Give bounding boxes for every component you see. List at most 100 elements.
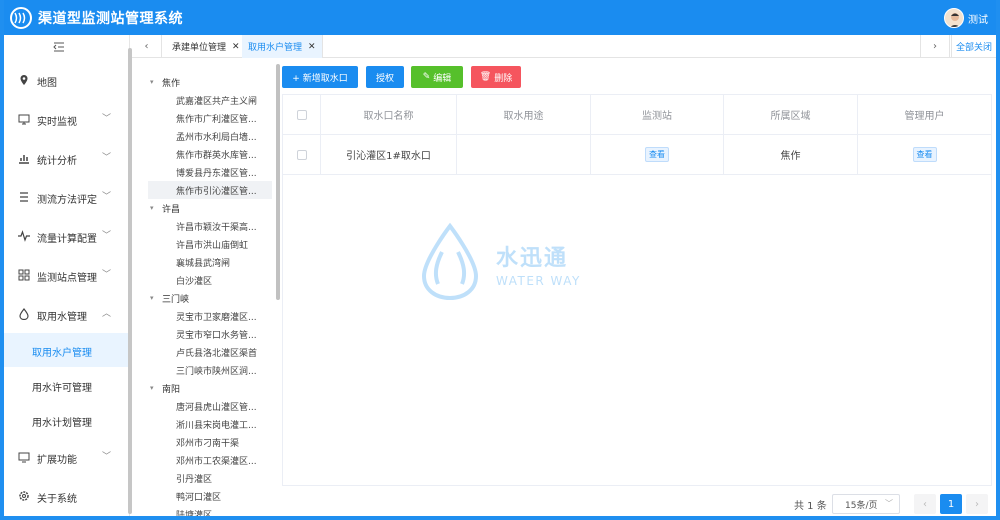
menu-collapse-icon[interactable] xyxy=(52,41,66,53)
sidebar-item-flow-method-eval[interactable]: 测流方法评定 ﹀ xyxy=(4,180,130,216)
tree-leaf[interactable]: 鸭河口灌区 xyxy=(176,487,272,505)
tree-leaf[interactable]: 焦作市群英水库管... xyxy=(176,145,272,163)
tree-leaf[interactable]: 博爱县丹东灌区管... xyxy=(176,163,272,181)
caret-down-icon: ▾ xyxy=(150,78,154,86)
table-cell: 查看 xyxy=(591,135,724,175)
close-all-tabs-button[interactable]: 全部关闭 xyxy=(950,35,996,58)
tab-label: 承建单位管理 xyxy=(172,43,227,53)
tree-group-sanmenxia[interactable]: ▾ 三门峡 xyxy=(144,289,189,307)
tree-leaf[interactable]: 卢氏县洛北灌区渠首 xyxy=(176,343,272,361)
trash-icon: 🗑 xyxy=(479,72,492,82)
tree-leaf[interactable]: 武嘉灌区共产主义闸 xyxy=(176,91,272,109)
sidebar-subitem-water-plan[interactable]: 用水计划管理 xyxy=(4,403,130,437)
sidebar-item-label: 监测站点管理 xyxy=(37,273,97,284)
tree-leaf[interactable]: 白沙灌区 xyxy=(176,271,272,289)
pulse-icon xyxy=(18,230,30,242)
sidebar-item-map[interactable]: 地图 xyxy=(4,63,130,99)
sidebar-item-label: 地图 xyxy=(37,78,57,89)
close-icon[interactable]: ✕ xyxy=(308,42,316,52)
app-frame: 渠道型监测站管理系统 测试 地图 实时监视 ﹀ 统计分析 ﹀ 测流方法评定 ﹀ xyxy=(4,0,996,516)
chevron-up-icon: ︿ xyxy=(102,309,112,319)
sidebar-subitem-label: 用水许可管理 xyxy=(32,383,92,394)
tabs-bar: ‹ 承建单位管理 ✕ 取用水户管理 ✕ › 全部关闭 xyxy=(132,35,996,58)
tree-leaf[interactable]: 邓州市刁南干渠 xyxy=(176,433,272,451)
tree-group-nanyang[interactable]: ▾ 南阳 xyxy=(144,379,180,397)
sidebar-subitem-label: 取用水户管理 xyxy=(32,348,92,359)
tree-leaf[interactable]: 引丹灌区 xyxy=(176,469,272,487)
tab-label: 取用水户管理 xyxy=(248,43,303,53)
gear-icon xyxy=(18,490,30,502)
caret-down-icon: ▾ xyxy=(150,384,154,392)
sidebar-item-station-manage[interactable]: 监测站点管理 ﹀ xyxy=(4,258,130,294)
chevron-down-icon: ﹀ xyxy=(102,114,112,124)
view-station-button[interactable]: 查看 xyxy=(645,147,669,162)
column-header: 取水口名称 xyxy=(321,95,457,135)
list-icon xyxy=(18,191,30,203)
delete-button[interactable]: 🗑 删除 xyxy=(471,66,521,88)
sidebar-item-statistics[interactable]: 统计分析 ﹀ xyxy=(4,141,130,177)
tab-contractor-manage[interactable]: 承建单位管理 ✕ xyxy=(166,35,247,58)
pager-total: 共 1 条 xyxy=(794,501,827,512)
tree-leaf[interactable]: 许昌市洪山庙倒虹 xyxy=(176,235,272,253)
prev-page-button[interactable]: ‹ xyxy=(914,494,936,514)
tab-scroll-left-icon[interactable]: ‹ xyxy=(132,35,162,58)
tab-scroll-right-icon[interactable]: › xyxy=(920,35,950,58)
sidebar-subitem-water-permit[interactable]: 用水许可管理 xyxy=(4,368,130,402)
select-all-checkbox-cell xyxy=(283,95,321,135)
page-number-button[interactable]: 1 xyxy=(940,494,962,514)
grant-button[interactable]: 授权 xyxy=(366,66,404,88)
edit-button[interactable]: ✎ 编辑 xyxy=(411,66,463,88)
tree-leaf[interactable]: 唐河县虎山灌区管... xyxy=(176,397,272,415)
row-checkbox-cell xyxy=(283,135,321,175)
watermark-subtitle: WATER WAY xyxy=(496,274,581,288)
sidebar-item-label: 取用水管理 xyxy=(37,312,87,323)
tree-leaf[interactable]: 许昌市颖汝干渠高... xyxy=(176,217,272,235)
page-size-select[interactable]: 15条/页 ﹀ xyxy=(832,494,900,514)
tree-scrollbar[interactable] xyxy=(276,64,280,300)
extension-icon xyxy=(18,451,30,463)
sidebar-scrollbar[interactable] xyxy=(128,48,132,514)
sidebar-item-water-use-manage[interactable]: 取用水管理 ︿ xyxy=(4,297,130,333)
close-icon[interactable]: ✕ xyxy=(232,42,240,52)
user-name[interactable]: 测试 xyxy=(968,11,988,26)
edit-icon: ✎ xyxy=(422,72,431,82)
tree-leaf[interactable]: 襄城县武湾闸 xyxy=(176,253,272,271)
tree-leaf[interactable]: 陆塘灌区 xyxy=(176,505,272,517)
sidebar-item-realtime-monitor[interactable]: 实时监视 ﹀ xyxy=(4,102,130,138)
sidebar-item-label: 统计分析 xyxy=(37,156,77,167)
tree-leaf[interactable]: 邓州市工农渠灌区... xyxy=(176,451,272,469)
tree-leaf[interactable]: 孟州市水利局白墙... xyxy=(176,127,272,145)
sidebar-subitem-water-user[interactable]: 取用水户管理 xyxy=(4,333,130,367)
tab-water-user-manage[interactable]: 取用水户管理 ✕ xyxy=(242,35,323,58)
chevron-down-icon: ﹀ xyxy=(102,231,112,241)
chart-icon xyxy=(18,152,30,164)
chevron-down-icon: ﹀ xyxy=(885,499,893,508)
sidebar-subitem-label: 用水计划管理 xyxy=(32,418,92,429)
tree-leaf[interactable]: 三门峡市陕州区涧... xyxy=(176,361,272,379)
watermark-title: 水迅通 xyxy=(496,246,569,271)
add-intake-button[interactable]: + 新增取水口 xyxy=(282,66,358,88)
sidebar-item-label: 测流方法评定 xyxy=(37,195,97,206)
select-all-checkbox[interactable] xyxy=(296,109,307,120)
tree-leaf-selected[interactable]: 焦作市引沁灌区管... xyxy=(148,181,272,199)
monitor-icon xyxy=(18,113,30,125)
sidebar-item-flow-config[interactable]: 流量计算配置 ﹀ xyxy=(4,219,130,255)
view-user-button[interactable]: 查看 xyxy=(912,147,937,162)
tree-group-jiaozuo[interactable]: ▾ 焦作 xyxy=(144,73,180,91)
tree-group-xuchang[interactable]: ▾ 许昌 xyxy=(144,199,180,217)
tree-leaf[interactable]: 焦作市广利灌区管... xyxy=(176,109,272,127)
tree-leaf[interactable]: 灵宝市窄口水务管... xyxy=(176,325,272,343)
region-tree: ▾ 焦作 武嘉灌区共产主义闸 焦作市广利灌区管... 孟州市水利局白墙... 焦作… xyxy=(144,66,272,516)
tree-leaf[interactable]: 灵宝市卫家磨灌区... xyxy=(176,307,272,325)
tree-leaf[interactable]: 淅川县宋岗电灌工... xyxy=(176,415,272,433)
sidebar: 地图 实时监视 ﹀ 统计分析 ﹀ 测流方法评定 ﹀ 流量计算配置 ﹀ 监测站点管… xyxy=(4,35,130,516)
caret-down-icon: ▾ xyxy=(150,204,154,212)
chevron-down-icon: ﹀ xyxy=(102,270,112,280)
sidebar-item-extensions[interactable]: 扩展功能 ﹀ xyxy=(4,440,130,476)
sidebar-item-about[interactable]: 关于系统 xyxy=(4,479,130,515)
column-header: 监测站 xyxy=(591,95,724,135)
row-checkbox[interactable] xyxy=(296,149,307,160)
next-page-button[interactable]: › xyxy=(966,494,988,514)
user-avatar[interactable] xyxy=(944,8,964,28)
column-header: 取水用途 xyxy=(457,95,591,135)
